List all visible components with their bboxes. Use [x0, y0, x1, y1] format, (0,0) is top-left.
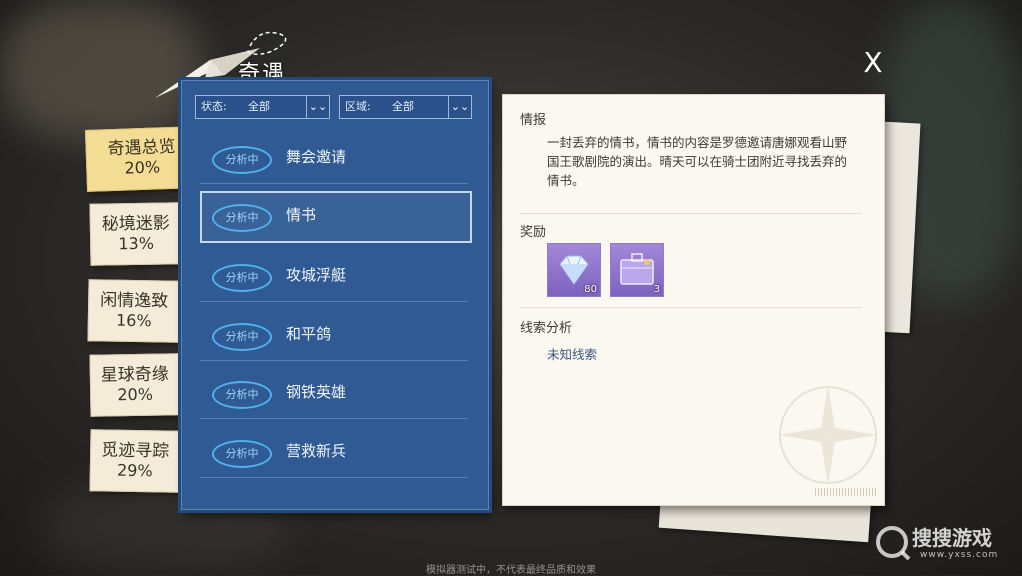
status-badge: 分析中	[212, 264, 272, 292]
divider	[520, 213, 862, 214]
watermark-text: 搜搜游戏	[912, 526, 992, 550]
barcode-decoration	[815, 488, 877, 496]
reward-heading: 奖励	[520, 225, 547, 240]
status-badge: 分析中	[212, 440, 272, 468]
clue-text: 未知线索	[547, 347, 598, 362]
reward-quantity: 3	[653, 284, 660, 295]
status-filter-label: 状态:	[201, 100, 227, 113]
tab-trace-seeking[interactable]: 觅迹寻踪 29%	[89, 429, 181, 493]
list-item-title: 和平鸽	[286, 325, 332, 343]
list-item-title: 钢铁英雄	[286, 383, 347, 401]
status-filter-value: 全部	[248, 100, 270, 113]
list-item[interactable]: 分析中 钢铁英雄	[200, 368, 468, 419]
tab-percent: 29%	[116, 460, 153, 481]
reward-item[interactable]: 80	[547, 243, 601, 297]
list-item[interactable]: 分析中 攻城浮艇	[200, 251, 468, 302]
reward-quantity: 80	[584, 284, 597, 295]
status-badge: 分析中	[212, 146, 272, 174]
list-item[interactable]: 分析中 和平鸽	[200, 310, 468, 361]
region-filter[interactable]: 区域: 全部 ⌄⌄	[339, 95, 472, 119]
clue-heading: 线索分析	[520, 321, 573, 336]
chevron-down-icon[interactable]: ⌄⌄	[448, 96, 471, 118]
tab-star-encounter[interactable]: 星球奇缘 20%	[89, 353, 181, 417]
tab-percent: 16%	[115, 310, 152, 331]
list-item-title: 舞会邀请	[286, 148, 347, 166]
magnifier-icon	[876, 526, 911, 561]
reward-item[interactable]: 3	[610, 243, 664, 297]
chevron-down-icon[interactable]: ⌄⌄	[306, 96, 329, 118]
info-heading: 情报	[520, 113, 547, 128]
status-badge: 分析中	[212, 381, 272, 409]
list-item[interactable]: 分析中 营救新兵	[200, 427, 468, 478]
tab-percent: 13%	[118, 233, 155, 254]
compass-icon	[778, 385, 878, 485]
watermark-url: www.yxss.com	[920, 550, 999, 560]
tab-percent: 20%	[117, 384, 154, 405]
disclaimer-text: 模拟器测试中，不代表最终品质和效果	[426, 565, 596, 576]
close-button[interactable]: X	[858, 48, 888, 78]
status-badge: 分析中	[212, 204, 272, 232]
tab-label: 秘境迷影	[101, 213, 170, 235]
watermark: 搜搜游戏 www.yxss.com	[872, 518, 1022, 568]
tab-label: 闲情逸致	[100, 290, 169, 312]
tab-label: 星球奇缘	[100, 364, 169, 386]
encounter-list-panel: 状态: 全部 ⌄⌄ 区域: 全部 ⌄⌄ 分析中 舞会邀请 分析中 情书 分析中 …	[181, 80, 489, 510]
divider	[520, 307, 862, 308]
tab-label: 觅迹寻踪	[101, 440, 170, 462]
tab-secret-realm[interactable]: 秘境迷影 13%	[89, 202, 183, 266]
region-filter-value: 全部	[392, 100, 414, 113]
info-text: 一封丢弃的情书，情书的内容是罗德邀请唐娜观看山野国王歌剧院的演出。晴天可以在骑士…	[547, 135, 848, 188]
list-item-title: 情书	[286, 206, 317, 224]
tab-leisure[interactable]: 闲情逸致 16%	[87, 279, 181, 343]
region-filter-label: 区域:	[345, 100, 371, 113]
status-filter[interactable]: 状态: 全部 ⌄⌄	[195, 95, 330, 119]
list-item-title: 攻城浮艇	[286, 266, 347, 284]
list-item[interactable]: 分析中 情书	[200, 191, 472, 243]
status-badge: 分析中	[212, 323, 272, 351]
list-item[interactable]: 分析中 舞会邀请	[200, 133, 468, 184]
list-item-title: 营救新兵	[286, 442, 347, 460]
detail-panel: 情报 一封丢弃的情书，情书的内容是罗德邀请唐娜观看山野国王歌剧院的演出。晴天可以…	[502, 94, 885, 506]
